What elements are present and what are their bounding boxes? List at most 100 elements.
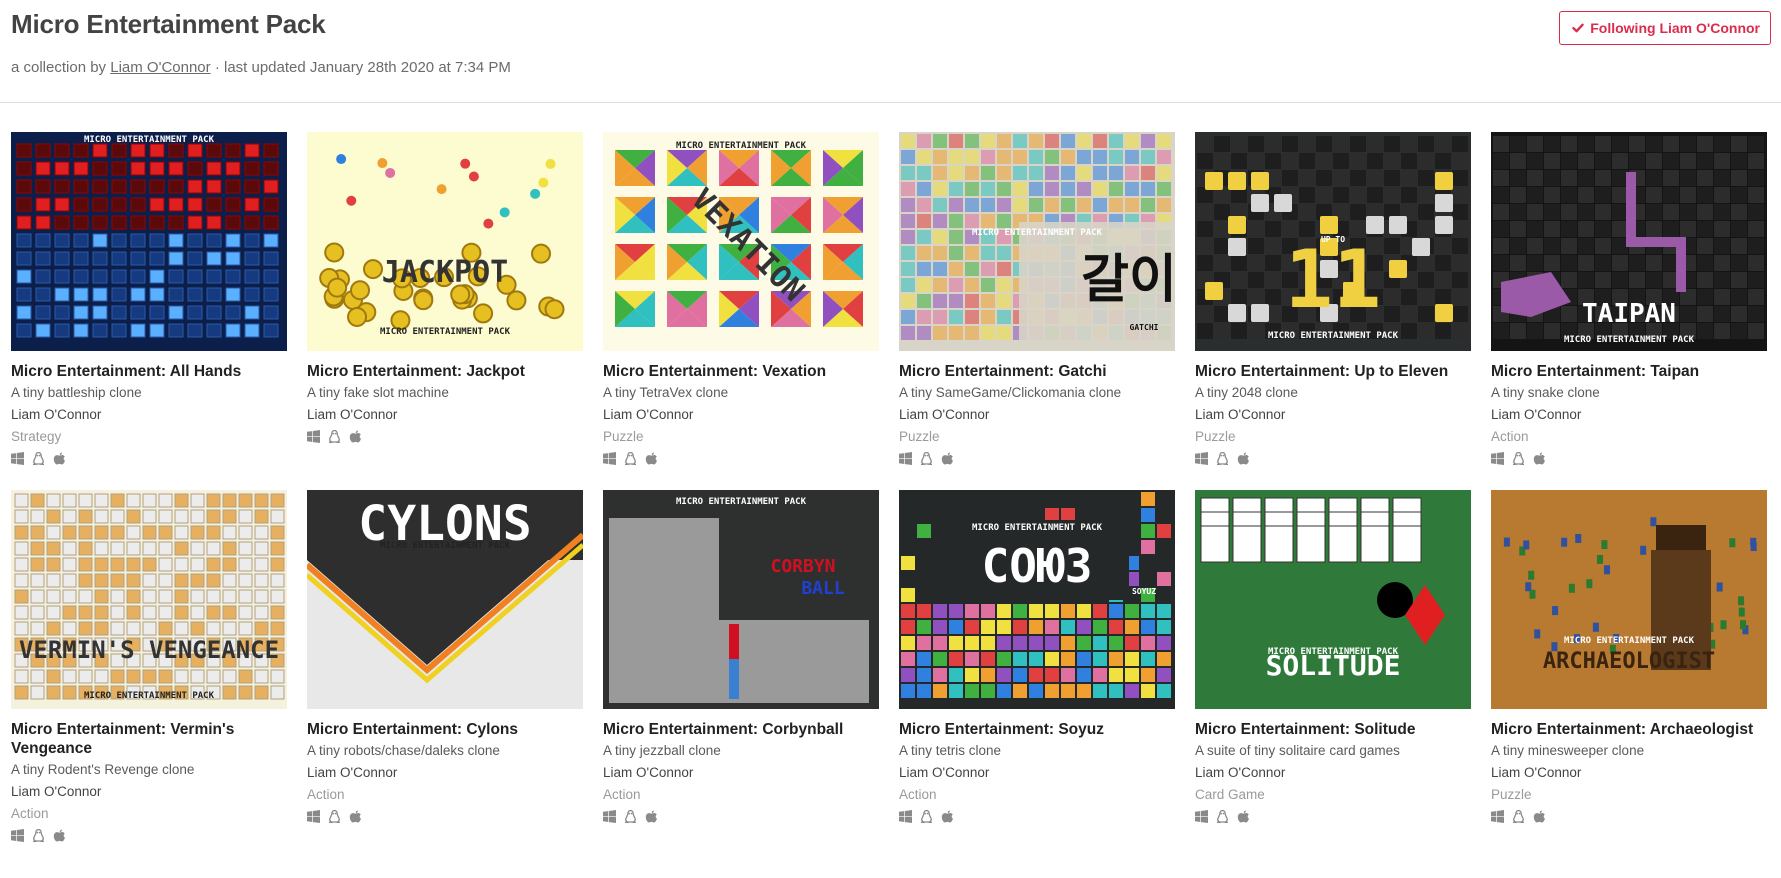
game-thumbnail[interactable]: MICRO ENTERTAINMENT PACK ARCHAEOLOGIST (1491, 490, 1767, 709)
game-thumbnail[interactable]: MICRO ENTERTAINMENT PACK SOLITUDE (1195, 490, 1471, 709)
cover-caption: SOYUZ (1132, 587, 1156, 596)
game-title[interactable]: Micro Entertainment: Archaeologist (1491, 720, 1767, 739)
game-thumbnail[interactable]: MICRO ENTERTAINMENT PACK VERMIN'S VENGEAN… (11, 490, 287, 709)
linux-icon (33, 828, 44, 842)
game-title[interactable]: Micro Entertainment: Cylons (307, 720, 583, 739)
game-card-solitude[interactable]: MICRO ENTERTAINMENT PACK SOLITUDE Micro En… (1195, 490, 1471, 843)
page-title: Micro Entertainment Pack (11, 9, 326, 39)
game-author[interactable]: Liam O'Connor (1491, 404, 1767, 426)
collection-header: Micro Entertainment Pack a collection by… (0, 0, 1781, 103)
game-title[interactable]: Micro Entertainment: Jackpot (307, 362, 583, 381)
follow-button-label: Following Liam O'Connor (1590, 20, 1760, 36)
game-title[interactable]: Micro Entertainment: Vexation (603, 362, 879, 381)
follow-button[interactable]: Following Liam O'Connor (1559, 11, 1771, 45)
game-thumbnail[interactable]: MICRO ENTERTAINMENT PACK СОЮЗ SOYUZ (899, 490, 1175, 709)
apple-icon (941, 810, 953, 822)
game-genre: Action (603, 787, 641, 802)
platform-list (899, 450, 1175, 466)
game-description: A tiny 2048 clone (1195, 385, 1298, 400)
game-title[interactable]: Micro Entertainment: Gatchi (899, 362, 1175, 381)
apple-icon (349, 430, 361, 442)
game-card-up-to-eleven[interactable]: MICRO ENTERTAINMENT PACK 11 UP TO Micro Ent… (1195, 132, 1471, 466)
game-description: A tiny Rodent's Revenge clone (11, 762, 195, 777)
cover-title-text: 갈이 (1081, 250, 1175, 310)
cover-title-text: SOLITUDE (1266, 649, 1401, 682)
game-genre: Card Game (1195, 787, 1265, 802)
game-card-soyuz[interactable]: MICRO ENTERTAINMENT PACK СОЮЗ SOYUZ Micro E… (899, 490, 1175, 843)
cover-art: MICRO ENTERTAINMENT PACKSOLITUDE (1195, 490, 1471, 709)
game-author[interactable]: Liam O'Connor (603, 762, 879, 784)
cover-title-text-2: BALL (801, 578, 845, 599)
cover-art: MICRO ENTERTAINMENT PACK 11UP TO (1195, 132, 1471, 351)
linux-icon (1217, 809, 1228, 823)
game-card-all-hands[interactable]: MICRO ENTERTAINMENT PACK Micro Entertainm… (11, 132, 287, 466)
game-title[interactable]: Micro Entertainment: Corbynball (603, 720, 879, 739)
platform-list (11, 450, 287, 466)
checkmark-icon (1572, 23, 1584, 33)
game-card-vermin-s-vengeance[interactable]: MICRO ENTERTAINMENT PACK VERMIN'S VENGEAN… (11, 490, 287, 843)
game-title[interactable]: Micro Entertainment: Taipan (1491, 362, 1767, 381)
cover-art: MICRO ENTERTAINMENT PACK (11, 132, 287, 351)
game-author[interactable]: Liam O'Connor (307, 404, 583, 426)
game-thumbnail[interactable]: MICRO ENTERTAINMENT PACK VEXATION (603, 132, 879, 351)
game-card-corbynball[interactable]: MICRO ENTERTAINMENT PACK CORBYN BALL Micro … (603, 490, 879, 843)
collection-subtitle: a collection by Liam O'Connor · last upd… (11, 59, 511, 76)
game-genre: Puzzle (603, 429, 644, 444)
game-thumbnail[interactable]: MICRO ENTERTAINMENT PACK CYLONS (307, 490, 583, 709)
game-card-gatchi[interactable]: MICRO ENTERTAINMENT PACK 갈이 GATCHI Micro En… (899, 132, 1175, 466)
linux-icon (1513, 809, 1524, 823)
cover-banner-text: MICRO ENTERTAINMENT PACK (972, 523, 1103, 533)
linux-icon (625, 809, 636, 823)
game-author[interactable]: Liam O'Connor (1195, 762, 1471, 784)
game-author[interactable]: Liam O'Connor (1195, 404, 1471, 426)
windows-icon (307, 429, 320, 443)
subtitle-suffix: · last updated January 28th 2020 at 7:34… (210, 59, 511, 76)
game-thumbnail[interactable]: MICRO ENTERTAINMENT PACK 11 UP TO (1195, 132, 1471, 351)
platform-list (899, 808, 1175, 824)
game-thumbnail[interactable]: MICRO ENTERTAINMENT PACK CORBYN BALL (603, 490, 879, 709)
author-link[interactable]: Liam O'Connor (110, 59, 210, 76)
windows-icon (11, 451, 24, 465)
cover-title-text: JACKPOT (382, 255, 508, 290)
game-author[interactable]: Liam O'Connor (307, 762, 583, 784)
game-thumbnail[interactable]: MICRO ENTERTAINMENT PACK JACKPOT (307, 132, 583, 351)
game-card-cylons[interactable]: MICRO ENTERTAINMENT PACK CYLONS Micro Ente… (307, 490, 583, 843)
game-card-taipan[interactable]: MICRO ENTERTAINMENT PACK TAIPAN Micro Ente… (1491, 132, 1767, 466)
game-author[interactable]: Liam O'Connor (11, 781, 287, 803)
game-title[interactable]: Micro Entertainment: Solitude (1195, 720, 1471, 739)
game-author[interactable]: Liam O'Connor (11, 404, 287, 426)
cover-art: MICRO ENTERTAINMENT PACKCYLONS (307, 490, 583, 709)
game-card-jackpot[interactable]: MICRO ENTERTAINMENT PACK JACKPOT Micro Ent… (307, 132, 583, 466)
game-author[interactable]: Liam O'Connor (1491, 762, 1767, 784)
platform-list (1195, 450, 1471, 466)
cover-title-text: 11 (1285, 233, 1381, 326)
game-description: A tiny tetris clone (899, 743, 1002, 758)
game-thumbnail[interactable]: MICRO ENTERTAINMENT PACK TAIPAN (1491, 132, 1767, 351)
cover-title-text: СОЮЗ (982, 539, 1093, 593)
game-title[interactable]: Micro Entertainment: Vermin's Vengeance (11, 720, 287, 758)
apple-icon (1237, 452, 1249, 464)
game-card-vexation[interactable]: MICRO ENTERTAINMENT PACK VEXATION Micro En… (603, 132, 879, 466)
game-author[interactable]: Liam O'Connor (899, 762, 1175, 784)
game-thumbnail[interactable]: MICRO ENTERTAINMENT PACK 갈이 GATCHI (899, 132, 1175, 351)
cover-banner-text: MICRO ENTERTAINMENT PACK (676, 141, 807, 151)
game-author[interactable]: Liam O'Connor (603, 404, 879, 426)
cover-art: MICRO ENTERTAINMENT PACKVEXATION (603, 132, 879, 351)
game-title[interactable]: Micro Entertainment: Up to Eleven (1195, 362, 1471, 381)
cover-banner-text: MICRO ENTERTAINMENT PACK (84, 691, 215, 701)
game-title[interactable]: Micro Entertainment: All Hands (11, 362, 287, 381)
game-author[interactable]: Liam O'Connor (899, 404, 1175, 426)
game-thumbnail[interactable]: MICRO ENTERTAINMENT PACK (11, 132, 287, 351)
cover-title-text: VERMIN'S VENGEANCE (19, 636, 279, 664)
game-description: A tiny battleship clone (11, 385, 142, 400)
game-grid: MICRO ENTERTAINMENT PACK Micro Entertainm… (11, 132, 1767, 843)
game-description: A tiny jezzball clone (603, 743, 721, 758)
game-card-archaeologist[interactable]: MICRO ENTERTAINMENT PACK ARCHAEOLOGIST Mic… (1491, 490, 1767, 843)
apple-icon (53, 829, 65, 841)
game-genre: Puzzle (899, 429, 940, 444)
windows-icon (1491, 451, 1504, 465)
game-title[interactable]: Micro Entertainment: Soyuz (899, 720, 1175, 739)
cover-art: MICRO ENTERTAINMENT PACK ARCHAEOLOGIST (1491, 490, 1767, 709)
linux-icon (329, 809, 340, 823)
linux-icon (329, 429, 340, 443)
